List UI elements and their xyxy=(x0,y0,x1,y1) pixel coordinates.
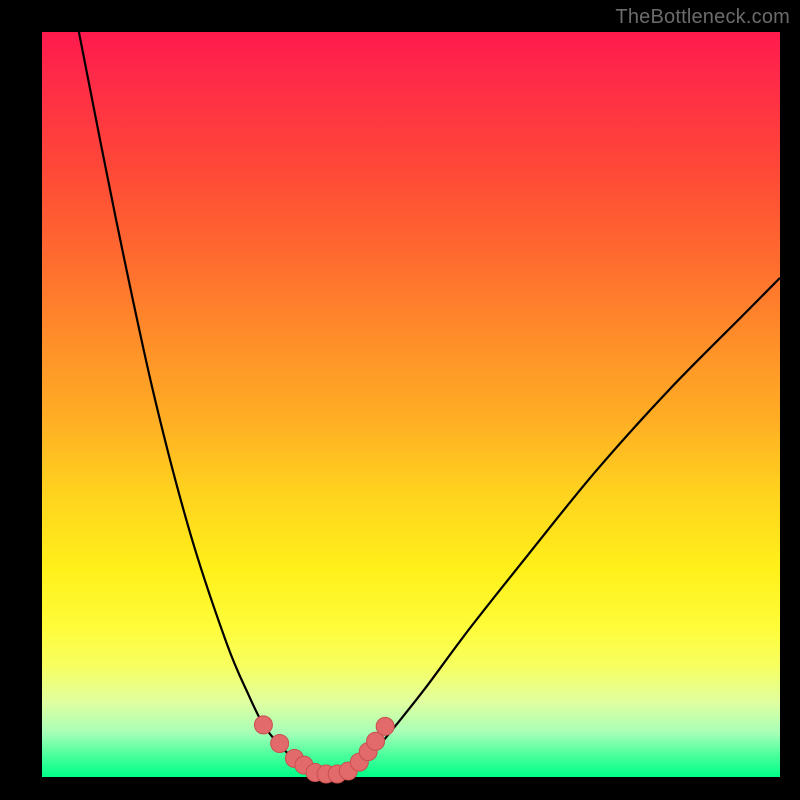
chart-frame: TheBottleneck.com xyxy=(0,0,800,800)
markers-group xyxy=(254,716,394,783)
curves-layer xyxy=(42,32,780,777)
data-marker xyxy=(271,734,289,752)
data-marker xyxy=(376,717,394,735)
curve-left-branch xyxy=(79,32,315,777)
watermark-label: TheBottleneck.com xyxy=(615,6,790,29)
plot-area xyxy=(42,32,780,777)
data-marker xyxy=(254,716,272,734)
curve-right-branch xyxy=(345,278,780,777)
